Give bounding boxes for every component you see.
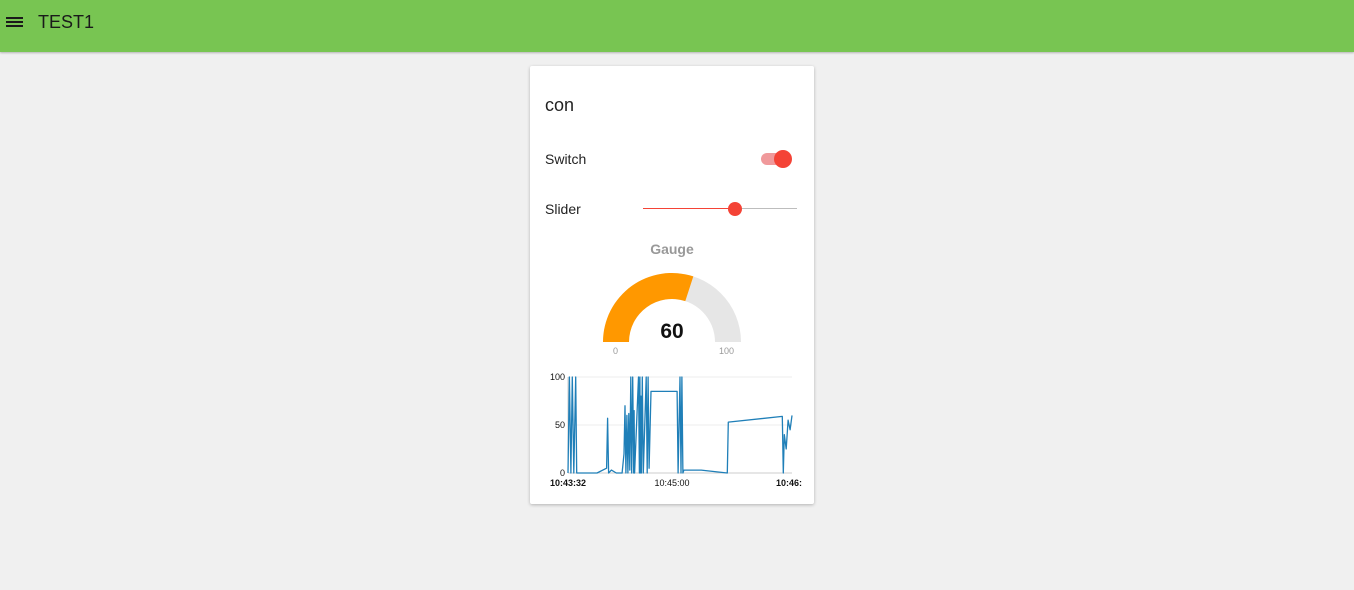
group-card: con Switch Slider Gauge 60 0 100 0 50 100 1… bbox=[530, 66, 814, 504]
slider-label: Slider bbox=[545, 201, 581, 217]
gauge-title: Gauge bbox=[650, 241, 694, 257]
x-tick-label: 10:43:32 bbox=[550, 478, 586, 488]
menu-icon[interactable] bbox=[6, 15, 23, 29]
gauge-value: 60 bbox=[660, 320, 684, 343]
slider-inactive-track bbox=[735, 208, 797, 209]
slider-active-track bbox=[643, 208, 735, 209]
switch-label: Switch bbox=[545, 151, 587, 167]
y-tick-label: 50 bbox=[555, 420, 565, 430]
switch-toggle[interactable] bbox=[761, 150, 793, 168]
x-tick-label: 10:45:00 bbox=[654, 478, 689, 488]
line-chart: 0 50 100 10:43:32 10:45:00 10:46: bbox=[550, 372, 802, 488]
page-title: TEST1 bbox=[38, 12, 95, 32]
group-title: con bbox=[545, 95, 575, 115]
top-toolbar: TEST1 bbox=[0, 0, 1354, 52]
slider-thumb[interactable] bbox=[728, 202, 742, 216]
y-tick-label: 0 bbox=[560, 468, 565, 478]
slider[interactable] bbox=[643, 202, 797, 216]
y-tick-label: 100 bbox=[550, 372, 565, 382]
gauge-min-label: 0 bbox=[613, 346, 619, 356]
x-tick-label: 10:46: bbox=[776, 478, 802, 488]
switch-thumb[interactable] bbox=[774, 150, 792, 168]
gauge-max-label: 100 bbox=[719, 346, 735, 356]
